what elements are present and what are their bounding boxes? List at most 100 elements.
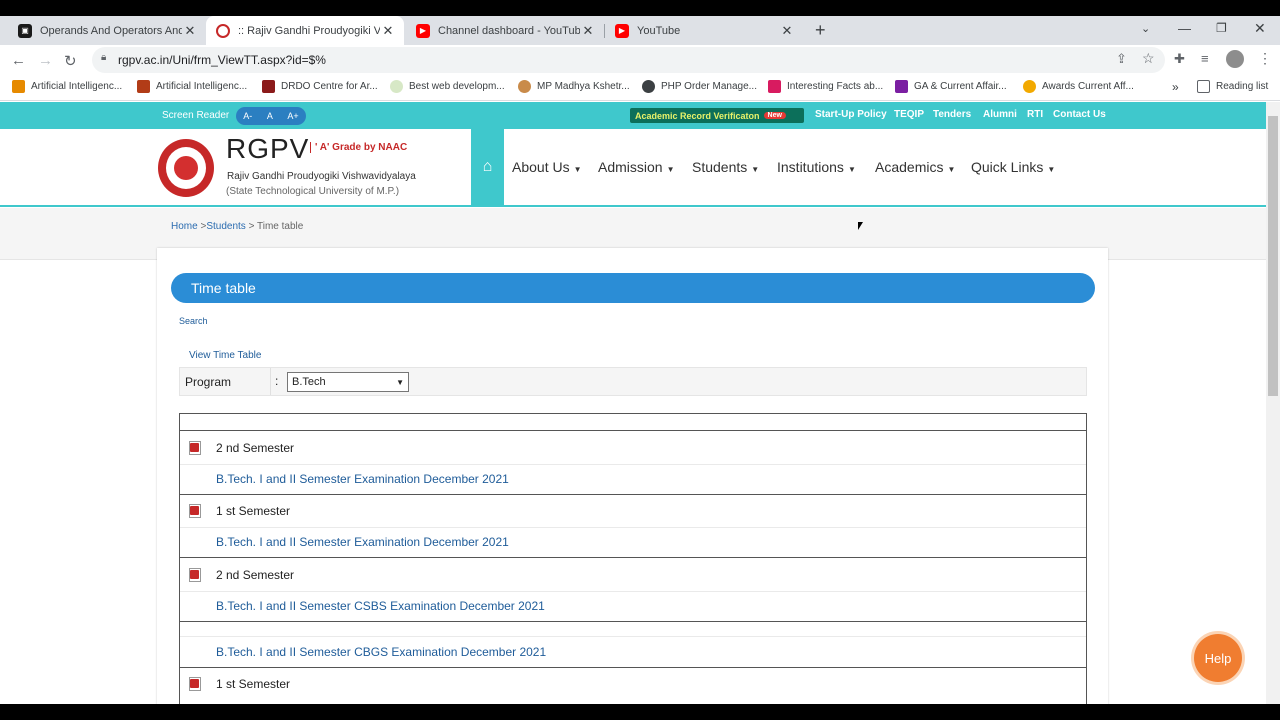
- timetable-link[interactable]: B.Tech. I and II Semester Examination De…: [216, 472, 509, 486]
- bookmark-label: Artificial Intelligenc...: [31, 81, 123, 92]
- chevron-down-icon: ▼: [396, 377, 404, 387]
- bookmark-item[interactable]: MP Madhya Kshetr...: [518, 80, 630, 93]
- nav-academics[interactable]: Academics ▼: [875, 159, 955, 175]
- url-text[interactable]: rgpv.ac.in/Uni/frm_ViewTT.aspx?id=$%: [118, 53, 326, 67]
- menu-icon[interactable]: ⋮: [1258, 50, 1272, 67]
- extensions-icon[interactable]: ✚: [1174, 51, 1185, 67]
- row-divider: [180, 464, 1086, 465]
- screen-reader-label[interactable]: Screen Reader: [162, 110, 229, 121]
- bookmark-item[interactable]: Artificial Intelligenc...: [137, 80, 247, 93]
- site-header: RGPV ' A' Grade by NAAC Rajiv Gandhi Pro…: [0, 129, 1266, 207]
- restore-icon[interactable]: ❐: [1216, 21, 1227, 35]
- naac-grade: ' A' Grade by NAAC: [310, 142, 407, 153]
- nav-label: Institutions: [777, 159, 844, 175]
- program-select[interactable]: B.Tech ▼: [287, 372, 409, 392]
- close-icon[interactable]: ✕: [779, 23, 795, 39]
- top-link-contact-us[interactable]: Contact Us: [1053, 109, 1106, 120]
- globe-icon: [642, 80, 655, 93]
- star-icon[interactable]: ☆: [1142, 50, 1155, 67]
- address-bar-row: ← → ↻ 🔒︎ rgpv.ac.in/Uni/frm_ViewTT.aspx?…: [0, 45, 1280, 75]
- university-subtitle: (State Technological University of M.P.): [226, 186, 400, 197]
- top-link-alumni[interactable]: Alumni: [983, 109, 1017, 120]
- bookmark-item[interactable]: Artificial Intelligenc...: [12, 80, 122, 93]
- close-icon[interactable]: ✕: [182, 23, 198, 39]
- tab-title: Operands And Operators And Ex: [40, 24, 182, 37]
- media-icon[interactable]: ≡: [1201, 51, 1209, 66]
- view-time-table-heading: View Time Table: [189, 350, 262, 361]
- breadcrumb-home[interactable]: Home: [171, 221, 198, 232]
- home-nav-button[interactable]: ⌂: [471, 129, 504, 205]
- reading-list[interactable]: Reading list: [1197, 80, 1268, 93]
- tab-channel-dashboard[interactable]: ▶ Channel dashboard - YouTube St ✕: [406, 16, 604, 45]
- close-icon[interactable]: ✕: [580, 23, 596, 39]
- bookmark-item[interactable]: DRDO Centre for Ar...: [262, 80, 378, 93]
- rgpv-logo[interactable]: [158, 139, 214, 197]
- breadcrumb-students[interactable]: Students: [206, 221, 245, 232]
- tab-search-icon[interactable]: ⌄: [1141, 22, 1150, 35]
- help-button[interactable]: Help: [1194, 634, 1242, 682]
- timetable-link[interactable]: B.Tech. I and II Semester CSBS Examinati…: [216, 599, 545, 613]
- caret-down-icon: ▼: [947, 165, 956, 174]
- back-icon[interactable]: ←: [11, 52, 26, 69]
- bookmark-item[interactable]: Interesting Facts ab...: [768, 80, 883, 93]
- row-divider: [180, 527, 1086, 528]
- pdf-icon: [188, 441, 202, 455]
- font-decrease-button[interactable]: A-: [243, 111, 252, 121]
- youtube-icon: ▶: [615, 23, 629, 38]
- group-divider: [180, 557, 1086, 558]
- semester-label: 1 st Semester: [216, 677, 291, 691]
- bookmark-icon: [262, 80, 275, 93]
- search-link[interactable]: Search: [179, 316, 208, 326]
- minimize-icon[interactable]: —: [1178, 21, 1191, 36]
- mouse-cursor: [858, 222, 863, 230]
- top-link-startup-policy[interactable]: Start-Up Policy: [815, 109, 887, 120]
- window-close-icon[interactable]: ✕: [1254, 20, 1266, 37]
- bookmark-item[interactable]: PHP Order Manage...: [642, 80, 757, 93]
- rgpv-favicon: [216, 23, 230, 38]
- bookmark-label: Artificial Intelligenc...: [156, 81, 248, 92]
- breadcrumb: Home >Students > Time table: [171, 221, 303, 232]
- bookmark-item[interactable]: GA & Current Affair...: [895, 80, 1007, 93]
- top-link-tenders[interactable]: Tenders: [933, 109, 971, 120]
- bookmark-item[interactable]: Awards Current Aff...: [1023, 80, 1134, 93]
- share-icon[interactable]: ⇪: [1116, 51, 1127, 67]
- bookmark-label: MP Madhya Kshetr...: [537, 81, 630, 92]
- nav-students[interactable]: Students ▼: [692, 159, 759, 175]
- nav-admission[interactable]: Admission ▼: [598, 159, 675, 175]
- forward-icon[interactable]: →: [38, 52, 53, 69]
- font-normal-button[interactable]: A: [267, 111, 273, 121]
- nav-label: Quick Links: [971, 159, 1044, 175]
- academic-record-verification-link[interactable]: Academic Record Verificaton New: [630, 108, 804, 123]
- tab-youtube[interactable]: ▶ YouTube ✕: [605, 16, 803, 45]
- font-increase-button[interactable]: A+: [287, 111, 298, 121]
- nav-institutions[interactable]: Institutions ▼: [777, 159, 856, 175]
- nav-quick-links[interactable]: Quick Links ▼: [971, 159, 1055, 175]
- close-icon[interactable]: ✕: [380, 23, 396, 39]
- omnibox[interactable]: 🔒︎ rgpv.ac.in/Uni/frm_ViewTT.aspx?id=$% …: [92, 47, 1165, 73]
- reload-icon[interactable]: ↻: [64, 52, 77, 70]
- pdf-icon: [188, 504, 202, 518]
- nav-about-us[interactable]: About Us ▼: [512, 159, 582, 175]
- tab-rgpv[interactable]: :: Rajiv Gandhi Proudyogiki Vishw ✕: [206, 16, 404, 45]
- top-link-teqip[interactable]: TEQIP: [894, 109, 924, 120]
- scrollbar-thumb[interactable]: [1268, 116, 1278, 396]
- group-divider: [180, 494, 1086, 495]
- tab-operands[interactable]: ▣ Operands And Operators And Ex ✕: [8, 16, 206, 45]
- brand-name: RGPV: [226, 133, 310, 164]
- nav-label: Admission: [598, 159, 663, 175]
- bookmark-item[interactable]: Best web developm...: [390, 80, 505, 93]
- timetable-link[interactable]: B.Tech. I and II Semester CBGS Examinati…: [216, 645, 546, 659]
- bookmark-icon: [895, 80, 908, 93]
- program-divider: [270, 368, 271, 395]
- reading-list-label: Reading list: [1216, 81, 1269, 92]
- university-name: Rajiv Gandhi Proudyogiki Vishwavidyalaya: [227, 171, 416, 182]
- avatar[interactable]: [1226, 50, 1244, 68]
- timetable-link[interactable]: B.Tech. I and II Semester Examination De…: [216, 535, 509, 549]
- vertical-scrollbar[interactable]: [1266, 102, 1280, 704]
- tab-title: YouTube: [637, 24, 681, 37]
- caret-down-icon: ▼: [1047, 165, 1056, 174]
- semester-label: 2 nd Semester: [216, 568, 295, 582]
- bookmarks-overflow[interactable]: »: [1172, 80, 1179, 94]
- new-tab-button[interactable]: +: [815, 20, 826, 41]
- top-link-rti[interactable]: RTI: [1027, 109, 1043, 120]
